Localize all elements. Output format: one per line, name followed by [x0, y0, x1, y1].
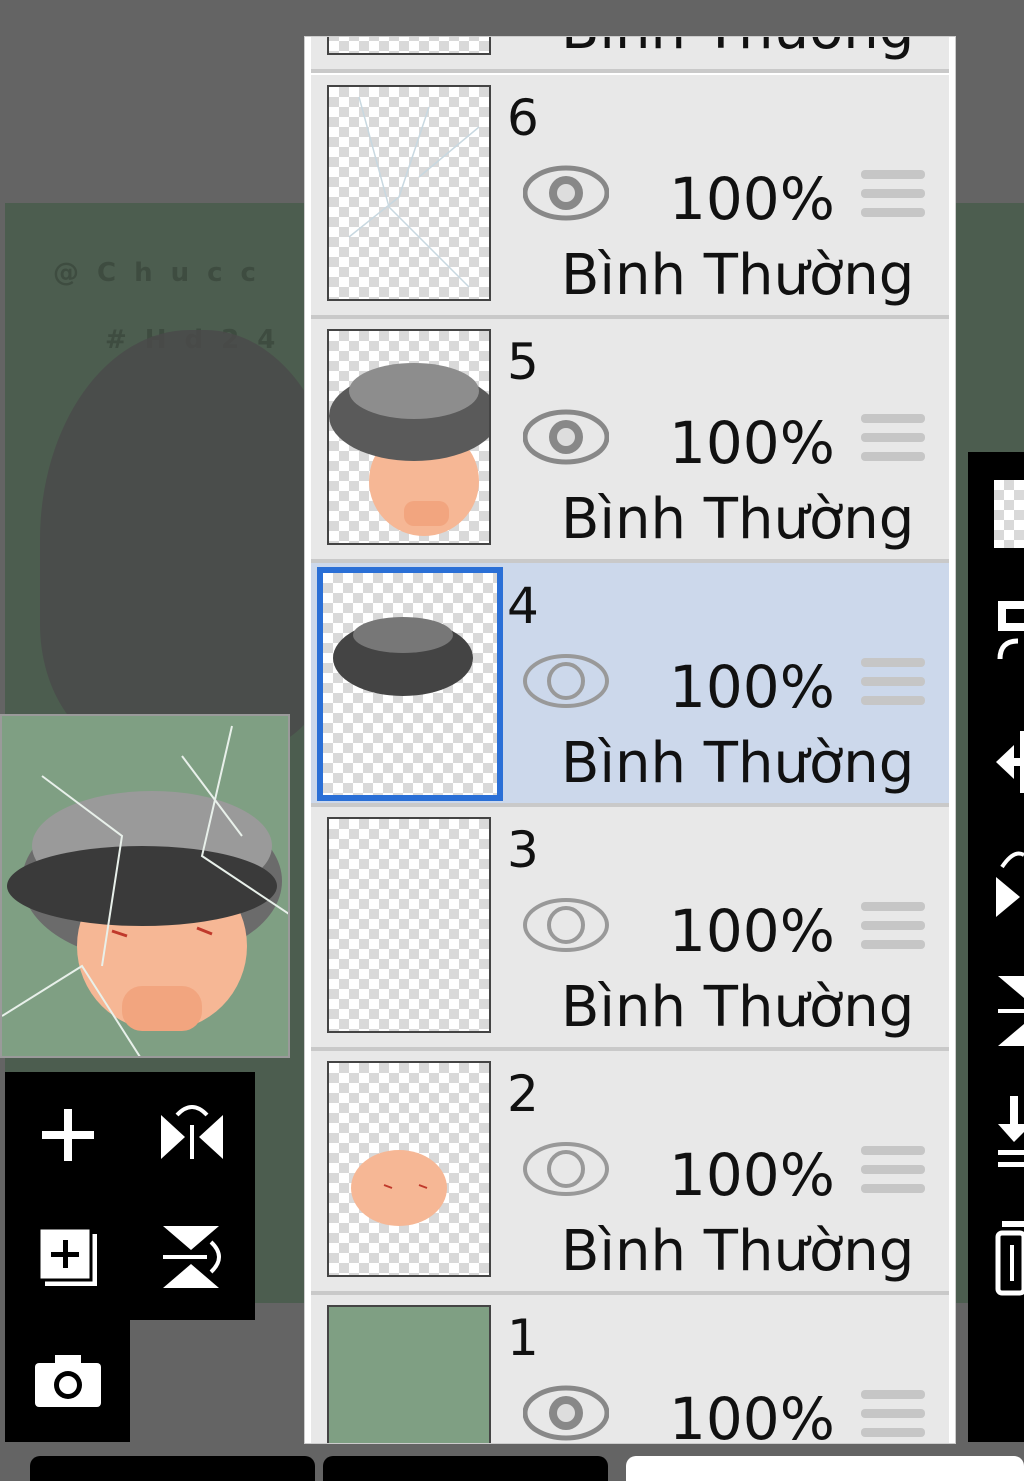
canvas-figure-shadow: [40, 330, 340, 750]
layer-number: 5: [507, 333, 539, 391]
camera-icon[interactable]: [23, 1336, 113, 1426]
canvas-preview: [0, 714, 290, 1058]
layer-row-3[interactable]: 3 100% Bình Thường: [311, 807, 949, 1051]
layer-opacity[interactable]: 100%: [669, 653, 835, 721]
eye-icon[interactable]: [523, 653, 609, 709]
layer-row-7[interactable]: Bình Thường: [311, 37, 949, 73]
drag-handle-icon[interactable]: [861, 414, 925, 470]
eye-icon[interactable]: [523, 409, 609, 465]
layer-opacity[interactable]: 100%: [669, 897, 835, 965]
layer-blend-mode[interactable]: Bình Thường: [561, 37, 914, 62]
preview-illustration: [2, 725, 288, 1056]
move-icon[interactable]: [994, 727, 1024, 797]
layer-row-1[interactable]: 1 100%: [311, 1295, 949, 1443]
layer-opacity[interactable]: 100%: [669, 409, 835, 477]
face-art: [351, 1150, 447, 1226]
layer-thumbnail: [327, 817, 491, 1033]
layer-blend-mode[interactable]: Bình Thường: [561, 1219, 914, 1284]
layer-opacity[interactable]: 100%: [669, 165, 835, 233]
flip-horizontal-icon[interactable]: [147, 1090, 237, 1180]
layer-tools-panel: [5, 1072, 255, 1320]
layer-row-6[interactable]: 6 100% Bình Thường: [311, 75, 949, 319]
merge-down-icon[interactable]: [994, 972, 1024, 1052]
layer-opacity[interactable]: 100%: [669, 1141, 835, 1209]
download-icon[interactable]: [994, 1092, 1024, 1172]
head-art: [329, 363, 489, 536]
layer-blend-mode[interactable]: Bình Thường: [561, 487, 914, 552]
drag-handle-icon[interactable]: [861, 902, 925, 958]
layer-number: 2: [507, 1065, 539, 1123]
eye-icon[interactable]: [523, 165, 609, 221]
eye-icon[interactable]: [523, 1141, 609, 1197]
layer-blend-mode[interactable]: Bình Thường: [561, 975, 914, 1040]
layer-thumbnail: [327, 37, 491, 55]
hair-art: [333, 617, 473, 696]
layers-panel[interactable]: Bình Thường 6 100% Bình Thường 5 100% Bì…: [304, 36, 956, 1444]
layer-number: 4: [507, 577, 539, 635]
layer-thumbnail: [327, 1305, 491, 1443]
add-copy-icon[interactable]: [23, 1212, 113, 1302]
layer-blend-mode[interactable]: Bình Thường: [561, 731, 914, 796]
layer-row-2[interactable]: 2 100% Bình Thường: [311, 1051, 949, 1295]
bottom-tab-2[interactable]: [323, 1456, 608, 1481]
eye-icon[interactable]: [523, 1385, 609, 1441]
layer-thumbnail: [327, 329, 491, 545]
layer-thumbnail: [327, 1061, 491, 1277]
bottom-tab-3[interactable]: [626, 1456, 1024, 1481]
flip-vertical-icon[interactable]: [147, 1212, 237, 1302]
transparency-icon[interactable]: [994, 480, 1024, 548]
drag-handle-icon[interactable]: [861, 1390, 925, 1443]
rotate-icon[interactable]: [994, 597, 1024, 667]
layer-thumbnail: [327, 85, 491, 301]
layer-number: 3: [507, 821, 539, 879]
cracked-glass-art: [348, 96, 480, 288]
drag-handle-icon[interactable]: [861, 1146, 925, 1202]
right-toolbar: [968, 452, 1024, 1442]
trash-icon[interactable]: [994, 1217, 1024, 1297]
photo-tools-panel: [5, 1320, 130, 1442]
flip-icon[interactable]: [994, 847, 1024, 937]
layer-number: 6: [507, 89, 539, 147]
layer-row-4[interactable]: 4 100% Bình Thường: [311, 563, 949, 807]
layer-opacity[interactable]: 100%: [669, 1385, 835, 1443]
layer-row-5[interactable]: 5 100% Bình Thường: [311, 319, 949, 563]
watermark-line-1: @Chucc: [53, 258, 274, 288]
drag-handle-icon[interactable]: [861, 170, 925, 226]
layer-number: 1: [507, 1309, 539, 1367]
drag-handle-icon[interactable]: [861, 658, 925, 714]
eye-icon[interactable]: [523, 897, 609, 953]
layer-thumbnail: [317, 567, 503, 801]
layer-blend-mode[interactable]: Bình Thường: [561, 243, 914, 308]
bottom-tab-1[interactable]: [30, 1456, 315, 1481]
plus-icon[interactable]: [23, 1090, 113, 1180]
